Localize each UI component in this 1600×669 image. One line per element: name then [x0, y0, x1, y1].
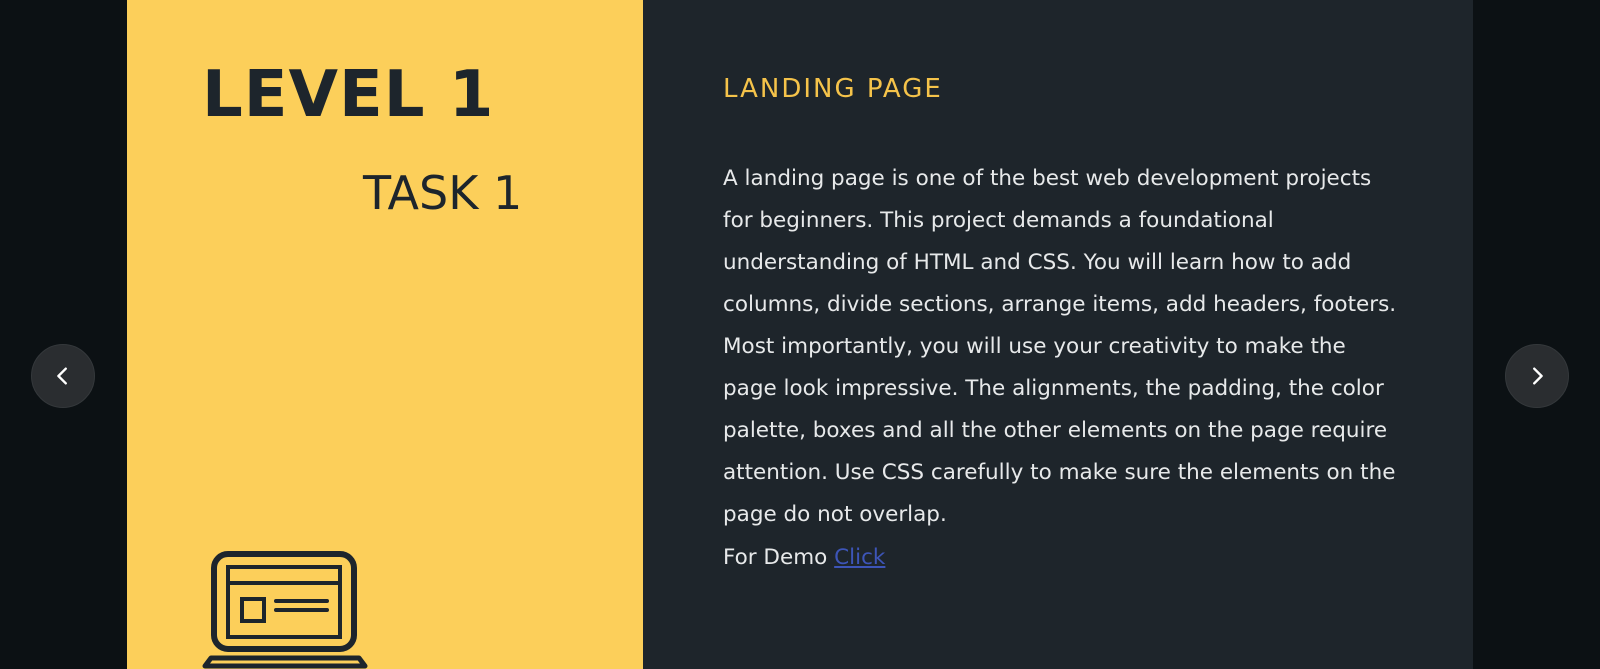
demo-label: For Demo	[723, 545, 828, 570]
demo-link[interactable]: Click	[834, 545, 885, 570]
slide-left-panel: LEVEL 1 TASK 1	[127, 0, 643, 669]
project-description: A landing page is one of the best web de…	[723, 166, 1397, 527]
next-slide-button[interactable]	[1505, 344, 1569, 408]
laptop-icon	[202, 551, 368, 669]
slide-right-panel: LANDING PAGE A landing page is one of th…	[643, 0, 1473, 669]
chevron-left-icon	[57, 367, 67, 385]
chevron-right-icon	[1533, 367, 1543, 385]
carousel: LEVEL 1 TASK 1 LANDING PAGE A landing pa…	[0, 0, 1600, 669]
previous-slide-button[interactable]	[31, 344, 95, 408]
slide-card: LEVEL 1 TASK 1 LANDING PAGE A landing pa…	[127, 0, 1473, 669]
level-title: LEVEL 1	[202, 58, 495, 132]
section-title: LANDING PAGE	[723, 74, 943, 104]
task-title: TASK 1	[363, 166, 523, 220]
demo-line: For Demo Click	[723, 537, 885, 579]
